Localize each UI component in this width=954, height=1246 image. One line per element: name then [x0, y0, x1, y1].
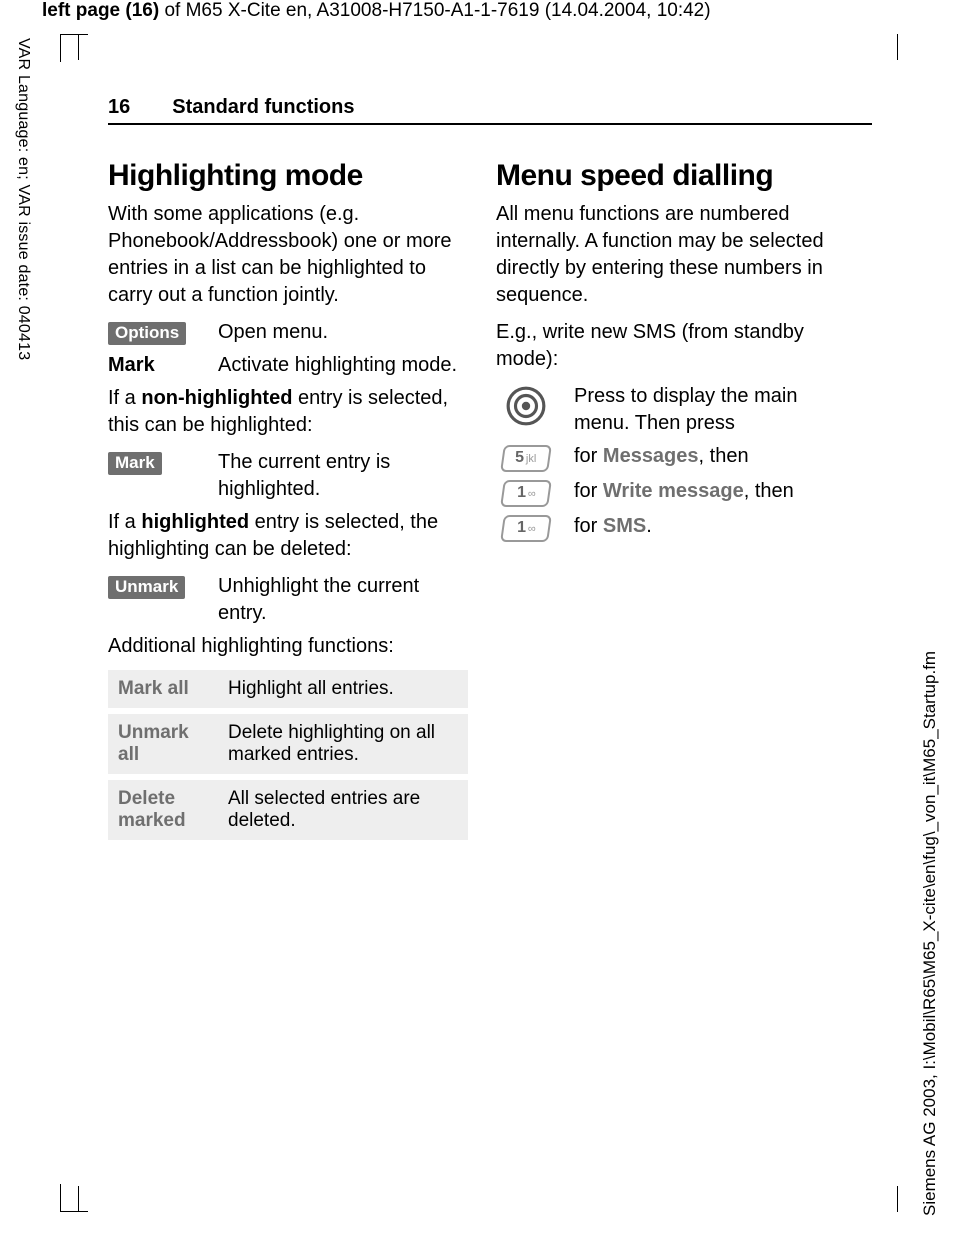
def-desc: The current entry is highlighted. [218, 449, 468, 503]
softkey-chip: Options [108, 322, 186, 345]
left-margin-note: VAR Language: en; VAR issue date: 040413 [14, 38, 32, 398]
table-row: Delete marked All selected entries are d… [108, 777, 468, 843]
table-row: Unmark all Delete highlighting on all ma… [108, 711, 468, 777]
step-row-1a: 1∞ for Write message, then [496, 478, 856, 507]
cropmark-icon [60, 1184, 88, 1212]
header-bold: left page (16) [42, 0, 159, 21]
def-desc: Activate highlighting mode. [218, 352, 468, 379]
table-row: Mark all Highlight all entries. [108, 670, 468, 711]
step-row-1b: 1∞ for SMS. [496, 513, 856, 542]
table-key: Unmark all [108, 711, 218, 777]
page-body: 16 Standard functions Highlighting mode … [108, 96, 872, 846]
table-val: Highlight all entries. [218, 670, 468, 711]
speed-p1: All menu functions are numbered internal… [496, 201, 856, 309]
step-row-5: 5jkl for Messages, then [496, 443, 856, 472]
heading-highlighting-mode: Highlighting mode [108, 159, 468, 193]
table-key: Delete marked [108, 777, 218, 843]
functions-table: Mark all Highlight all entries. Unmark a… [108, 670, 468, 846]
step-desc: Press to display the main menu. Then pre… [574, 383, 856, 437]
def-label: Mark [108, 352, 200, 379]
def-desc: Open menu. [218, 319, 468, 346]
table-val: Delete highlighting on all marked entrie… [218, 711, 468, 777]
cropmark-icon [897, 1186, 898, 1212]
def-row-unmark: Unmark Unhighlight the current entry. [108, 573, 468, 627]
softkey-chip: Unmark [108, 576, 185, 599]
cropmark-icon [78, 34, 79, 60]
right-column: Menu speed dialling All menu functions a… [496, 159, 856, 846]
header-rest: of M65 X-Cite en, A31008-H7150-A1-1-7619… [159, 0, 710, 21]
key-1-icon: 1∞ [496, 513, 556, 542]
paragraph-additional: Additional highlighting functions: [108, 633, 468, 660]
page-number: 16 [108, 96, 130, 119]
cropmark-icon [897, 34, 898, 60]
paragraph-non-highlighted: If a non-highlighted entry is selected, … [108, 385, 468, 439]
softkey-chip: Mark [108, 452, 162, 475]
page-meta-header: left page (16) of M65 X-Cite en, A31008-… [42, 0, 711, 22]
key-1-icon: 1∞ [496, 478, 556, 507]
cropmark-icon [78, 1186, 79, 1212]
def-desc: Unhighlight the current entry. [218, 573, 468, 627]
running-head: 16 Standard functions [108, 96, 872, 125]
key-5-icon: 5jkl [496, 443, 556, 472]
paragraph-highlighted: If a highlighted entry is selected, the … [108, 509, 468, 563]
def-row-mark: Mark Activate highlighting mode. [108, 352, 468, 379]
step-desc: for Write message, then [574, 478, 856, 505]
heading-speed-dialling: Menu speed dialling [496, 159, 856, 193]
step-desc: for SMS. [574, 513, 856, 540]
cropmark-icon [60, 34, 88, 62]
step-desc: for Messages, then [574, 443, 856, 470]
nav-key-icon [496, 383, 556, 427]
def-row-options: Options Open menu. [108, 319, 468, 346]
speed-p2: E.g., write new SMS (from standby mode): [496, 319, 856, 373]
table-key: Mark all [108, 670, 218, 711]
left-column: Highlighting mode With some applications… [108, 159, 468, 846]
def-row-mark-current: Mark The current entry is highlighted. [108, 449, 468, 503]
table-val: All selected entries are deleted. [218, 777, 468, 843]
intro-paragraph: With some applications (e.g. Phonebook/A… [108, 201, 468, 309]
right-margin-note: Siemens AG 2003, I:\Mobil\R65\M65_X-cite… [920, 496, 940, 1216]
step-row-nav: Press to display the main menu. Then pre… [496, 383, 856, 437]
section-title: Standard functions [172, 96, 354, 119]
